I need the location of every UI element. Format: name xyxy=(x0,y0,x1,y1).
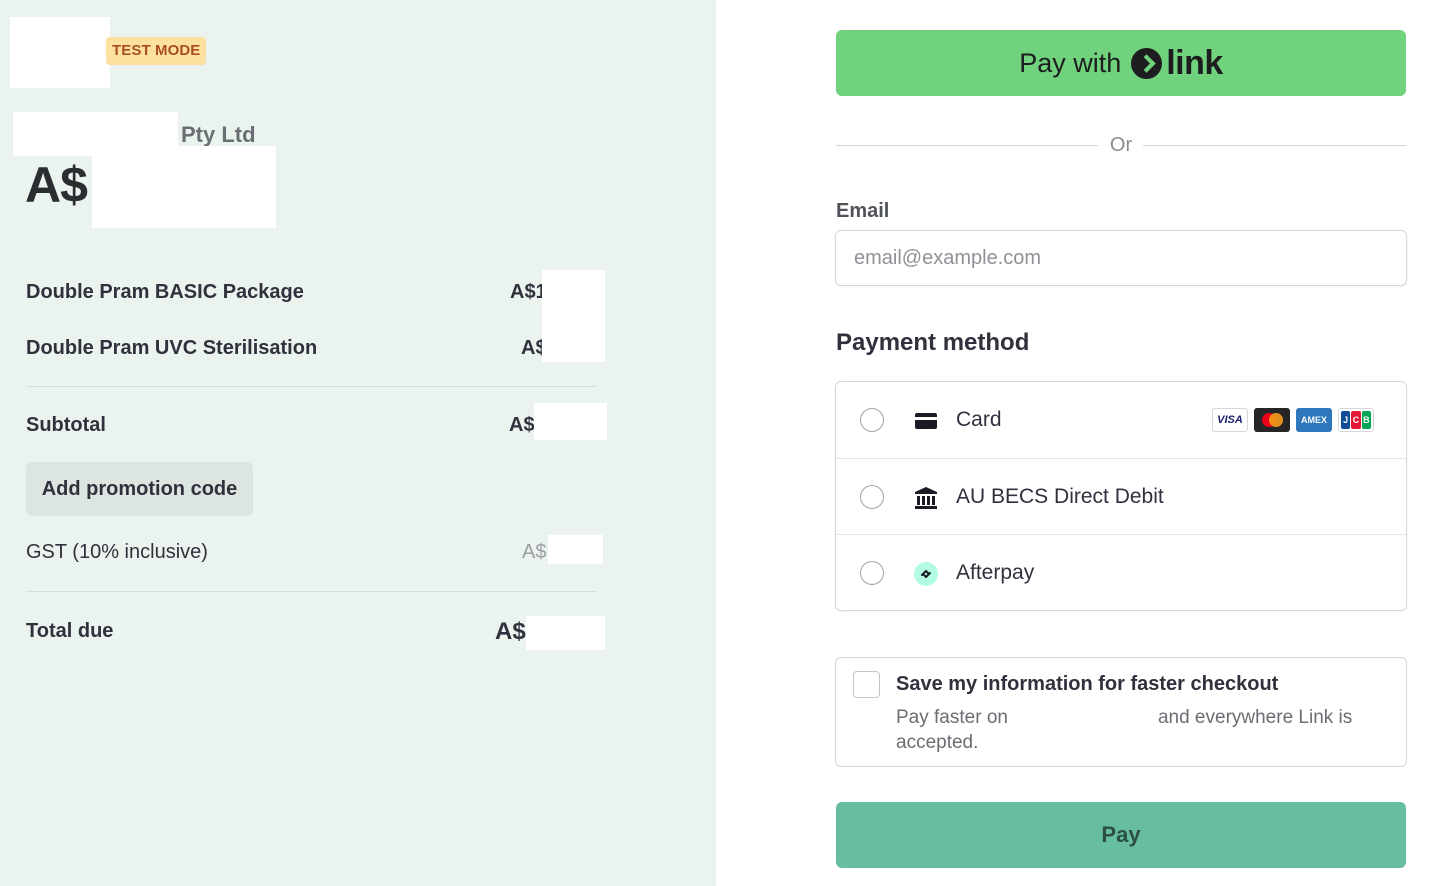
subtotal-price: A$ xyxy=(509,414,535,436)
link-wordmark: link xyxy=(1166,43,1223,82)
payment-method-list: Card VISA AMEX JCB AU BECS Direct Debit … xyxy=(835,381,1407,611)
merchant-name: Pty Ltd xyxy=(181,122,256,147)
card-brands: VISA AMEX JCB xyxy=(1212,408,1374,432)
link-logo: link xyxy=(1131,44,1223,83)
visa-icon: VISA xyxy=(1212,408,1248,432)
jcb-icon: JCB xyxy=(1338,408,1374,432)
bank-icon xyxy=(915,487,937,509)
amount-currency: A$ xyxy=(25,157,88,213)
subtotal-row: Subtotal A$ xyxy=(26,414,596,437)
payment-method-title: Payment method xyxy=(836,329,1030,356)
line-item: Double Pram BASIC Package A$1 xyxy=(26,281,596,304)
divider xyxy=(26,591,596,592)
gst-label: GST (10% inclusive) xyxy=(26,541,208,563)
card-radio[interactable] xyxy=(860,408,884,432)
becs-radio[interactable] xyxy=(860,485,884,509)
merchant-logo xyxy=(10,17,110,88)
save-desc-start: Pay faster on xyxy=(896,707,1008,728)
order-summary-panel: TEST MODE Pty Ltd A$ Double Pram BASIC P… xyxy=(0,0,716,886)
or-separator: Or xyxy=(836,133,1406,157)
payment-option-label: Card xyxy=(956,408,1002,431)
save-info-checkbox[interactable] xyxy=(853,671,880,698)
divider xyxy=(1143,145,1406,146)
payment-option-label: Afterpay xyxy=(956,561,1035,584)
payment-option-label: AU BECS Direct Debit xyxy=(956,485,1164,508)
total-redacted xyxy=(526,616,605,650)
gst-price: A$ xyxy=(522,541,547,563)
save-info-description: Pay faster on and everywhere Link is acce… xyxy=(896,705,1396,755)
save-info-box: Save my information for faster checkout … xyxy=(835,657,1407,767)
pay-with-link-button[interactable]: Pay with link xyxy=(836,30,1406,96)
subtotal-label: Subtotal xyxy=(26,414,106,436)
test-mode-badge: TEST MODE xyxy=(106,37,207,65)
total-due-label: Total due xyxy=(26,620,114,642)
amex-icon: AMEX xyxy=(1296,408,1332,432)
email-field[interactable] xyxy=(835,230,1407,286)
subtotal-redacted xyxy=(534,403,607,440)
card-icon xyxy=(915,413,937,429)
payment-option-card[interactable]: Card VISA AMEX JCB xyxy=(836,382,1406,458)
line-item-name: Double Pram BASIC Package xyxy=(26,281,304,303)
amount-redacted xyxy=(92,146,276,228)
link-arrow-icon xyxy=(1131,47,1163,79)
pay-with-label: Pay with xyxy=(1019,47,1122,78)
gst-redacted xyxy=(548,535,603,564)
line-prices-redacted xyxy=(542,270,605,362)
line-item: Double Pram UVC Sterilisation A$ xyxy=(26,337,596,360)
mastercard-icon xyxy=(1254,408,1290,432)
add-promotion-code-button[interactable]: Add promotion code xyxy=(26,462,253,516)
pay-button[interactable]: Pay xyxy=(836,802,1406,868)
payment-option-afterpay[interactable]: Afterpay xyxy=(836,534,1406,610)
afterpay-radio[interactable] xyxy=(860,561,884,585)
payment-option-becs[interactable]: AU BECS Direct Debit xyxy=(836,458,1406,534)
afterpay-icon xyxy=(914,562,938,586)
email-label: Email xyxy=(836,200,890,222)
save-info-title: Save my information for faster checkout xyxy=(896,673,1279,695)
total-due-price: A$ xyxy=(495,618,526,645)
divider xyxy=(26,386,596,387)
line-item-name: Double Pram UVC Sterilisation xyxy=(26,337,318,359)
